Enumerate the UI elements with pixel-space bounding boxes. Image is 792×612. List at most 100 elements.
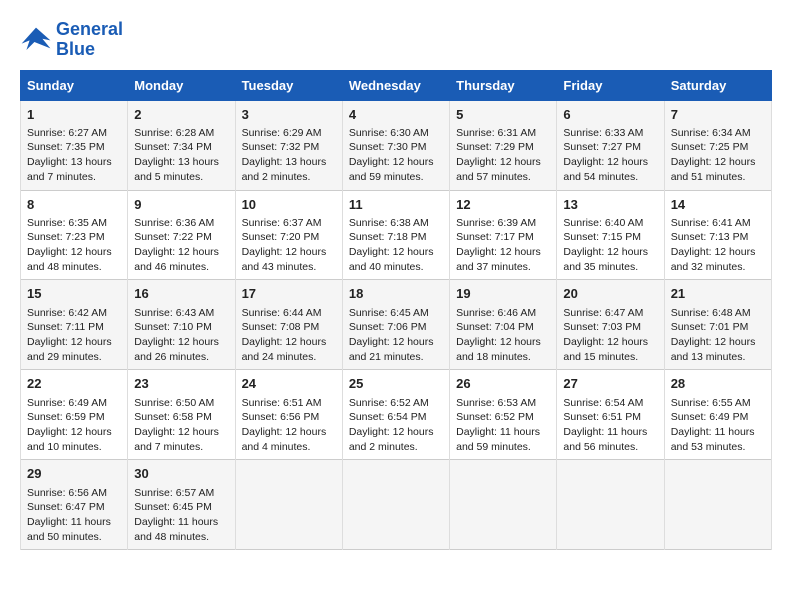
cell-5-4 bbox=[342, 460, 449, 550]
cell-content: Sunrise: 6:34 AM Sunset: 7:25 PM Dayligh… bbox=[671, 126, 765, 185]
cell-content: Sunrise: 6:52 AM Sunset: 6:54 PM Dayligh… bbox=[349, 396, 443, 455]
cell-2-2: 9 Sunrise: 6:36 AM Sunset: 7:22 PM Daylig… bbox=[128, 190, 235, 280]
cell-4-3: 24Sunrise: 6:51 AM Sunset: 6:56 PM Dayli… bbox=[235, 370, 342, 460]
cell-4-5: 26 Sunrise: 6:53 AM Sunset: 6:52 PM Dayli… bbox=[450, 370, 557, 460]
cell-2-5: 12 Sunrise: 6:39 AM Sunset: 7:17 PM Dayli… bbox=[450, 190, 557, 280]
cell-content: Sunrise: 6:50 AM Sunset: 6:58 PM Dayligh… bbox=[134, 396, 228, 455]
cell-content: Sunrise: 6:43 AM Sunset: 7:10 PM Dayligh… bbox=[134, 306, 228, 365]
cell-2-4: 11 Sunrise: 6:38 AM Sunset: 7:18 PM Dayli… bbox=[342, 190, 449, 280]
cell-content: Sunrise: 6:41 AM Sunset: 7:13 PM Dayligh… bbox=[671, 216, 765, 275]
day-number: 13 bbox=[563, 196, 657, 214]
col-header-saturday: Saturday bbox=[664, 70, 771, 100]
cell-4-7: 28 Sunrise: 6:55 AM Sunset: 6:49 PM Dayli… bbox=[664, 370, 771, 460]
cell-2-3: 10 Sunrise: 6:37 AM Sunset: 7:20 PM Dayli… bbox=[235, 190, 342, 280]
day-number: 30 bbox=[134, 465, 228, 483]
cell-1-7: 7 Sunrise: 6:34 AM Sunset: 7:25 PM Daylig… bbox=[664, 100, 771, 190]
cell-2-7: 14Sunrise: 6:41 AM Sunset: 7:13 PM Dayli… bbox=[664, 190, 771, 280]
logo-icon bbox=[20, 26, 52, 54]
cell-content: Sunrise: 6:53 AM Sunset: 6:52 PM Dayligh… bbox=[456, 396, 550, 455]
day-number: 10 bbox=[242, 196, 336, 214]
cell-5-6 bbox=[557, 460, 664, 550]
day-number: 20 bbox=[563, 285, 657, 303]
week-row-5: 29 Sunrise: 6:56 AM Sunset: 6:47 PM Dayli… bbox=[21, 460, 772, 550]
cell-content: Sunrise: 6:37 AM Sunset: 7:20 PM Dayligh… bbox=[242, 216, 336, 275]
day-number: 18 bbox=[349, 285, 443, 303]
cell-content: Sunrise: 6:49 AM Sunset: 6:59 PM Dayligh… bbox=[27, 396, 121, 455]
cell-content: Sunrise: 6:39 AM Sunset: 7:17 PM Dayligh… bbox=[456, 216, 550, 275]
logo: General Blue bbox=[20, 20, 123, 60]
day-number: 28 bbox=[671, 375, 765, 393]
cell-content: Sunrise: 6:31 AM Sunset: 7:29 PM Dayligh… bbox=[456, 126, 550, 185]
cell-2-6: 13 Sunrise: 6:40 AM Sunset: 7:15 PM Dayli… bbox=[557, 190, 664, 280]
day-number: 8 bbox=[27, 196, 121, 214]
day-number: 11 bbox=[349, 196, 443, 214]
col-header-wednesday: Wednesday bbox=[342, 70, 449, 100]
day-number: 12 bbox=[456, 196, 550, 214]
col-header-sunday: Sunday bbox=[21, 70, 128, 100]
day-number: 24 bbox=[242, 375, 336, 393]
cell-2-1: 8 Sunrise: 6:35 AM Sunset: 7:23 PM Daylig… bbox=[21, 190, 128, 280]
week-row-1: 1 Sunrise: 6:27 AM Sunset: 7:35 PM Daylig… bbox=[21, 100, 772, 190]
logo-text: General Blue bbox=[56, 20, 123, 60]
cell-5-3 bbox=[235, 460, 342, 550]
day-number: 9 bbox=[134, 196, 228, 214]
day-number: 1 bbox=[27, 106, 121, 124]
cell-5-1: 29 Sunrise: 6:56 AM Sunset: 6:47 PM Dayli… bbox=[21, 460, 128, 550]
cell-3-7: 21Sunrise: 6:48 AM Sunset: 7:01 PM Dayli… bbox=[664, 280, 771, 370]
cell-content: Sunrise: 6:44 AM Sunset: 7:08 PM Dayligh… bbox=[242, 306, 336, 365]
cell-3-6: 20 Sunrise: 6:47 AM Sunset: 7:03 PM Dayli… bbox=[557, 280, 664, 370]
col-header-thursday: Thursday bbox=[450, 70, 557, 100]
day-number: 19 bbox=[456, 285, 550, 303]
cell-3-4: 18 Sunrise: 6:45 AM Sunset: 7:06 PM Dayli… bbox=[342, 280, 449, 370]
cell-content: Sunrise: 6:28 AM Sunset: 7:34 PM Dayligh… bbox=[134, 126, 228, 185]
day-number: 15 bbox=[27, 285, 121, 303]
cell-content: Sunrise: 6:35 AM Sunset: 7:23 PM Dayligh… bbox=[27, 216, 121, 275]
cell-3-1: 15Sunrise: 6:42 AM Sunset: 7:11 PM Dayli… bbox=[21, 280, 128, 370]
calendar-table: SundayMondayTuesdayWednesdayThursdayFrid… bbox=[20, 70, 772, 551]
day-number: 29 bbox=[27, 465, 121, 483]
cell-1-4: 4Sunrise: 6:30 AM Sunset: 7:30 PM Daylig… bbox=[342, 100, 449, 190]
day-number: 16 bbox=[134, 285, 228, 303]
cell-4-2: 23 Sunrise: 6:50 AM Sunset: 6:58 PM Dayli… bbox=[128, 370, 235, 460]
page-header: General Blue bbox=[20, 20, 772, 60]
cell-content: Sunrise: 6:47 AM Sunset: 7:03 PM Dayligh… bbox=[563, 306, 657, 365]
cell-5-2: 30 Sunrise: 6:57 AM Sunset: 6:45 PM Dayli… bbox=[128, 460, 235, 550]
cell-content: Sunrise: 6:29 AM Sunset: 7:32 PM Dayligh… bbox=[242, 126, 336, 185]
day-number: 25 bbox=[349, 375, 443, 393]
cell-1-1: 1 Sunrise: 6:27 AM Sunset: 7:35 PM Daylig… bbox=[21, 100, 128, 190]
week-row-3: 15Sunrise: 6:42 AM Sunset: 7:11 PM Dayli… bbox=[21, 280, 772, 370]
cell-content: Sunrise: 6:40 AM Sunset: 7:15 PM Dayligh… bbox=[563, 216, 657, 275]
cell-3-3: 17 Sunrise: 6:44 AM Sunset: 7:08 PM Dayli… bbox=[235, 280, 342, 370]
col-header-tuesday: Tuesday bbox=[235, 70, 342, 100]
week-row-2: 8 Sunrise: 6:35 AM Sunset: 7:23 PM Daylig… bbox=[21, 190, 772, 280]
day-number: 6 bbox=[563, 106, 657, 124]
cell-content: Sunrise: 6:46 AM Sunset: 7:04 PM Dayligh… bbox=[456, 306, 550, 365]
cell-4-4: 25 Sunrise: 6:52 AM Sunset: 6:54 PM Dayli… bbox=[342, 370, 449, 460]
cell-1-3: 3 Sunrise: 6:29 AM Sunset: 7:32 PM Daylig… bbox=[235, 100, 342, 190]
day-number: 23 bbox=[134, 375, 228, 393]
cell-3-5: 19 Sunrise: 6:46 AM Sunset: 7:04 PM Dayli… bbox=[450, 280, 557, 370]
cell-5-7 bbox=[664, 460, 771, 550]
cell-content: Sunrise: 6:27 AM Sunset: 7:35 PM Dayligh… bbox=[27, 126, 121, 185]
cell-content: Sunrise: 6:54 AM Sunset: 6:51 PM Dayligh… bbox=[563, 396, 657, 455]
cell-4-1: 22 Sunrise: 6:49 AM Sunset: 6:59 PM Dayli… bbox=[21, 370, 128, 460]
cell-content: Sunrise: 6:56 AM Sunset: 6:47 PM Dayligh… bbox=[27, 486, 121, 545]
week-row-4: 22 Sunrise: 6:49 AM Sunset: 6:59 PM Dayli… bbox=[21, 370, 772, 460]
cell-content: Sunrise: 6:57 AM Sunset: 6:45 PM Dayligh… bbox=[134, 486, 228, 545]
cell-3-2: 16 Sunrise: 6:43 AM Sunset: 7:10 PM Dayli… bbox=[128, 280, 235, 370]
cell-content: Sunrise: 6:45 AM Sunset: 7:06 PM Dayligh… bbox=[349, 306, 443, 365]
day-number: 21 bbox=[671, 285, 765, 303]
day-number: 17 bbox=[242, 285, 336, 303]
cell-content: Sunrise: 6:30 AM Sunset: 7:30 PM Dayligh… bbox=[349, 126, 443, 185]
cell-content: Sunrise: 6:36 AM Sunset: 7:22 PM Dayligh… bbox=[134, 216, 228, 275]
day-number: 26 bbox=[456, 375, 550, 393]
day-number: 7 bbox=[671, 106, 765, 124]
cell-4-6: 27Sunrise: 6:54 AM Sunset: 6:51 PM Dayli… bbox=[557, 370, 664, 460]
day-number: 3 bbox=[242, 106, 336, 124]
cell-content: Sunrise: 6:33 AM Sunset: 7:27 PM Dayligh… bbox=[563, 126, 657, 185]
day-number: 2 bbox=[134, 106, 228, 124]
cell-content: Sunrise: 6:38 AM Sunset: 7:18 PM Dayligh… bbox=[349, 216, 443, 275]
day-number: 22 bbox=[27, 375, 121, 393]
cell-content: Sunrise: 6:55 AM Sunset: 6:49 PM Dayligh… bbox=[671, 396, 765, 455]
cell-1-6: 6 Sunrise: 6:33 AM Sunset: 7:27 PM Daylig… bbox=[557, 100, 664, 190]
